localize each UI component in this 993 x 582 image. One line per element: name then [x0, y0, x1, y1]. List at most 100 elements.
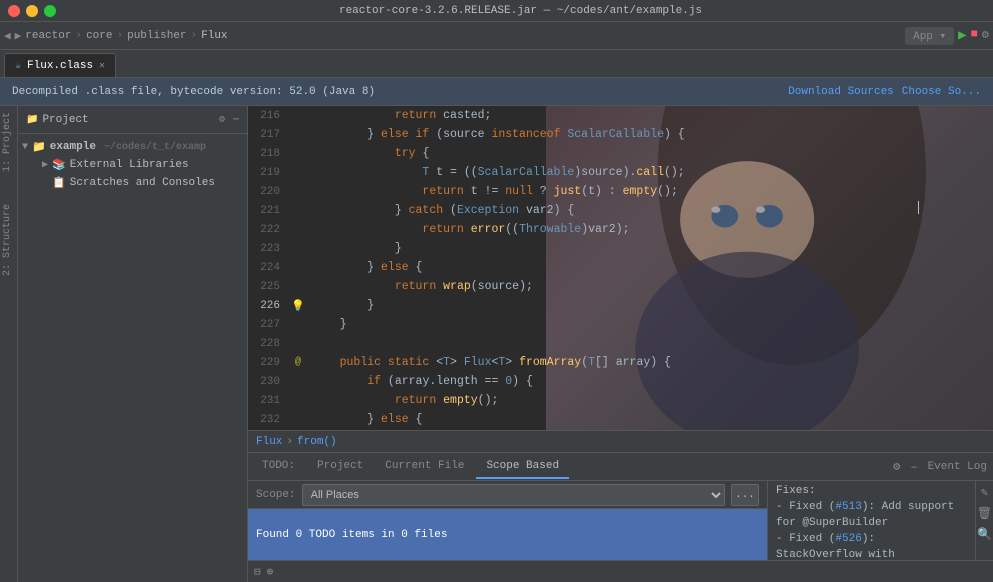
bottom-tabs: TODO: Project Current File Scope Based ⚙… — [248, 453, 993, 481]
bottom-icons: ⚙ – Event Log — [891, 457, 989, 476]
tab-bar: ☕ Flux.class ✕ — [0, 50, 993, 78]
tab-flux-class[interactable]: ☕ Flux.class ✕ — [4, 53, 116, 77]
breadcrumb-flux[interactable]: Flux — [256, 436, 282, 448]
download-sources-button[interactable]: Download Sources — [788, 86, 894, 98]
todo-result-row: Found 0 TODO items in 0 files — [248, 509, 767, 560]
library-icon: 📚 — [52, 158, 66, 172]
annotation-marker: @ — [288, 357, 308, 368]
fix-link-526[interactable]: #526 — [835, 533, 861, 545]
code-line-230: 230 if (array.length == 0) { — [248, 372, 993, 391]
decompiled-notice: Decompiled .class file, bytecode version… — [12, 86, 780, 98]
search-icon[interactable]: 🔍 — [977, 527, 992, 542]
code-line-219: 219 T t = ((ScalarCallable)source).call(… — [248, 163, 993, 182]
expand-all-icon[interactable]: ⊕ — [267, 565, 274, 579]
tab-current-file[interactable]: Current File — [375, 455, 474, 479]
code-line-226: 226 💡 } — [248, 296, 993, 315]
delete-icon[interactable]: 🗑 — [977, 506, 992, 521]
sidebar-content: ▼ 📁 example ~/codes/t_t/examp ▶ 📚 Extern… — [18, 134, 247, 582]
fix-item-2: - Fixed (#526): StackOverflow with Lombo… — [776, 531, 967, 560]
choose-sources-button[interactable]: Choose So... — [902, 86, 981, 98]
bottom-panel: TODO: Project Current File Scope Based ⚙… — [248, 452, 993, 582]
todo-left-panel: Scope: All Places ... Found 0 TODO items… — [248, 481, 768, 560]
sidebar-item-external-libraries[interactable]: ▶ 📚 External Libraries — [18, 156, 247, 174]
info-bar: Decompiled .class file, bytecode version… — [0, 78, 993, 106]
example-path: ~/codes/t_t/examp — [104, 142, 206, 153]
sidebar-header: 📁 Project ⚙ ⋯ — [18, 106, 247, 134]
editor-breadcrumb: Flux › from() — [248, 430, 993, 452]
minus-icon[interactable]: – — [908, 458, 919, 476]
external-libraries-label: External Libraries — [70, 159, 189, 171]
minimize-btn[interactable] — [26, 5, 38, 17]
nav-item-core[interactable]: core — [86, 30, 112, 42]
example-label: example — [50, 141, 96, 153]
structure-tab-label[interactable]: 2: Structure — [0, 198, 17, 282]
nav-item-flux[interactable]: Flux — [201, 30, 227, 42]
expand-icon: ▼ — [22, 142, 28, 153]
code-line-222: 222 return error((Throwable)var2); — [248, 220, 993, 239]
sidebar: 📁 Project ⚙ ⋯ ▼ 📁 example ~/codes/t_t/ex… — [18, 106, 248, 582]
code-line-228: 228 — [248, 334, 993, 353]
code-lines: 216 return casted; 217 } else if (source… — [248, 106, 993, 430]
todo-result-text: Found 0 TODO items in 0 files — [256, 529, 447, 541]
sidebar-item-example[interactable]: ▼ 📁 example ~/codes/t_t/examp — [18, 138, 247, 156]
breadcrumb-from[interactable]: from() — [297, 436, 337, 448]
todo-scope-bar: Scope: All Places ... — [248, 481, 767, 509]
code-line-233: 233 return array.length == 1 ? just(arra… — [248, 429, 993, 430]
sidebar-gear-icon[interactable]: ⚙ — [219, 114, 225, 126]
nav-item-publisher[interactable]: publisher — [127, 30, 186, 42]
settings-bottom-icon[interactable]: ⚙ — [891, 457, 902, 476]
code-line-216: 216 return casted; — [248, 106, 993, 125]
right-icons-panel: ✎ 🗑 🔍 — [975, 481, 993, 560]
code-line-223: 223 } — [248, 239, 993, 258]
code-line-220: 220 return t != null ? just(t) : empty()… — [248, 182, 993, 201]
fix-link-513[interactable]: #513 — [835, 501, 861, 513]
settings-icon[interactable]: ⚙ — [982, 27, 989, 45]
maximize-btn[interactable] — [44, 5, 56, 17]
scope-more-btn[interactable]: ... — [731, 484, 759, 506]
lightbulb-icon[interactable]: 💡 — [288, 299, 308, 313]
app-dropdown[interactable]: App ▾ — [905, 27, 954, 45]
tab-scope-based[interactable]: Scope Based — [476, 455, 569, 479]
title-bar: reactor-core-3.2.6.RELEASE.jar — ~/codes… — [0, 0, 993, 22]
window-title: reactor-core-3.2.6.RELEASE.jar — ~/codes… — [56, 5, 985, 17]
scratches-label: Scratches and Consoles — [70, 177, 215, 189]
tab-todo-label: TODO: — [252, 455, 305, 479]
sidebar-item-scratches[interactable]: ▶ 📋 Scratches and Consoles — [18, 174, 247, 192]
code-line-224: 224 } else { — [248, 258, 993, 277]
folder-icon: 📁 — [32, 140, 46, 154]
close-btn[interactable] — [8, 5, 20, 17]
editor-area[interactable]: 216 return casted; 217 } else if (source… — [248, 106, 993, 430]
filter-icon[interactable]: ⊟ — [254, 565, 261, 579]
code-line-218: 218 try { — [248, 144, 993, 163]
scope-dropdown[interactable]: All Places — [302, 484, 725, 506]
content-area: 1: Project 2: Structure 📁 Project ⚙ ⋯ ▼ … — [0, 106, 993, 582]
whole-layout: reactor-core-3.2.6.RELEASE.jar — ~/codes… — [0, 0, 993, 582]
scope-label: Scope: — [256, 489, 296, 501]
code-line-232: 232 } else { — [248, 410, 993, 429]
project-label: Project — [42, 114, 88, 126]
java-file-icon: ☕ — [15, 60, 21, 72]
sidebar-expand-icon[interactable]: ⋯ — [233, 114, 239, 126]
fixes-title: Fixes: — [776, 485, 967, 497]
run-btn[interactable]: ▶ — [958, 27, 966, 45]
bottom-content: Scope: All Places ... Found 0 TODO items… — [248, 481, 993, 560]
folder-icon: 📁 — [26, 114, 38, 126]
nav-item-reactor[interactable]: reactor — [25, 30, 71, 42]
left-side-labels: 1: Project 2: Structure — [0, 106, 18, 582]
tab-close-icon[interactable]: ✕ — [99, 60, 105, 72]
stop-btn[interactable]: ■ — [971, 27, 978, 45]
bottom-row: ⊟ ⊕ — [248, 560, 993, 582]
nav-bar: ◀ ▶ reactor › core › publisher › Flux Ap… — [0, 22, 993, 50]
nav-forward-icon[interactable]: ▶ — [15, 29, 22, 43]
project-tab-label[interactable]: 1: Project — [0, 106, 17, 178]
code-line-229: 229 @ public static <T> Flux<T> fromArra… — [248, 353, 993, 372]
tab-project[interactable]: Project — [307, 455, 373, 479]
nav-back-icon[interactable]: ◀ — [4, 29, 11, 43]
code-line-231: 231 return empty(); — [248, 391, 993, 410]
tab-label: Flux.class — [27, 60, 93, 72]
expand-icon: ▶ — [42, 159, 48, 171]
edit-icon[interactable]: ✎ — [981, 485, 988, 500]
scratches-icon: 📋 — [52, 176, 66, 190]
event-log-link[interactable]: Event Log — [926, 459, 989, 475]
todo-right-panel: Fixes: - Fixed (#513): Add support for @… — [768, 481, 975, 560]
